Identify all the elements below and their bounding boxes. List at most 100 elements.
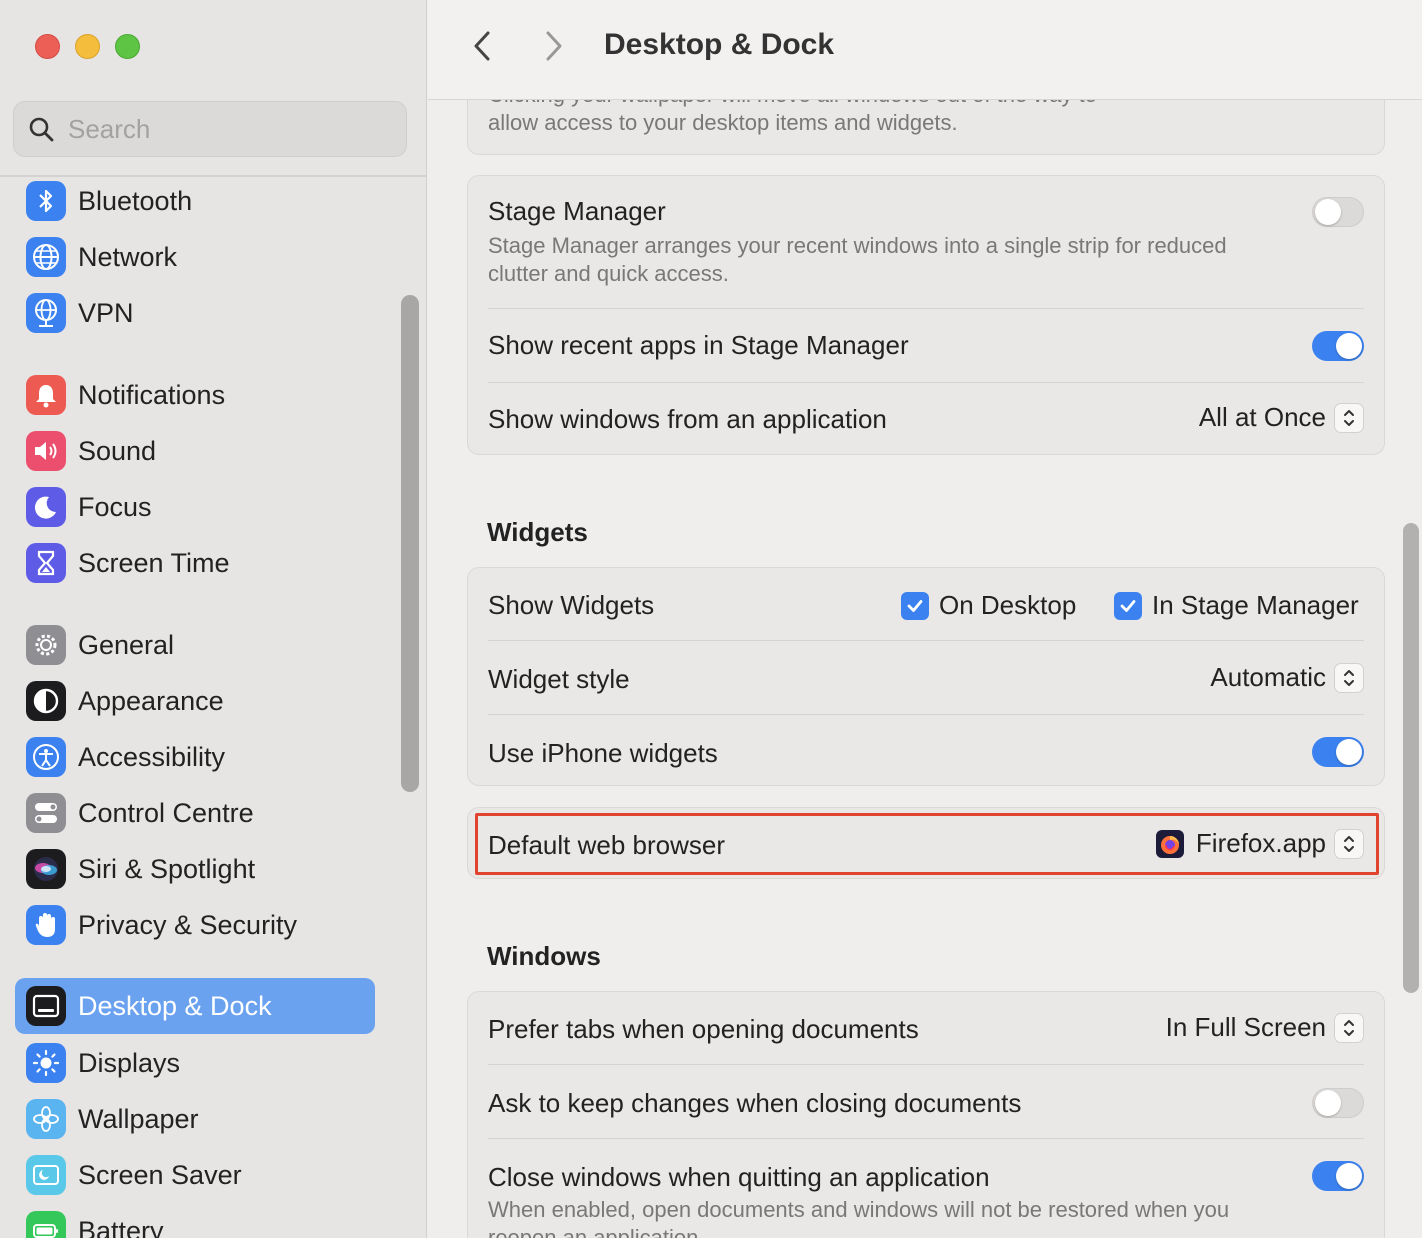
toggles-icon — [26, 793, 66, 833]
default-browser-card: Default web browser Firefox.app — [467, 807, 1385, 879]
main-content: Desktop & Dock Clicking your wallpaper w… — [428, 0, 1422, 1238]
sidebar-item-desktop-dock[interactable]: Desktop & Dock — [15, 978, 375, 1034]
sidebar-item-control-centre[interactable]: Control Centre — [15, 785, 375, 841]
sidebar-item-screen-time[interactable]: Screen Time — [15, 535, 375, 591]
sidebar-item-label: Notifications — [78, 379, 226, 410]
sidebar-item-label: Sound — [78, 435, 157, 466]
sidebar-item-label: Displays — [78, 1047, 181, 1078]
ask-keep-changes-label: Ask to keep changes when closing documen… — [488, 1088, 1022, 1118]
close-windows-desc-line1: When enabled, open documents and windows… — [488, 1197, 1230, 1222]
sidebar-item-focus[interactable]: Focus — [15, 479, 375, 535]
globe-icon — [26, 237, 66, 277]
sidebar-item-general[interactable]: General — [15, 617, 375, 673]
widget-style-value: Automatic — [1210, 662, 1326, 692]
close-windows-desc-line2: reopen an application. — [488, 1225, 705, 1238]
updown-chevron-icon — [1334, 1012, 1364, 1043]
forward-button[interactable] — [536, 28, 572, 64]
iphone-widgets-label: Use iPhone widgets — [488, 738, 718, 768]
sidebar-scrollbar[interactable] — [401, 295, 419, 792]
sidebar-item-label: Wallpaper — [78, 1103, 199, 1134]
sidebar-item-screen-saver[interactable]: Screen Saver — [15, 1147, 375, 1203]
hourglass-icon — [26, 543, 66, 583]
sidebar-item-label: Screen Saver — [78, 1159, 242, 1190]
stage-manager-toggle[interactable] — [1312, 197, 1364, 227]
widgets-card: Show Widgets On Desktop In Stage Manager… — [467, 567, 1385, 786]
sidebar-item-accessibility[interactable]: Accessibility — [15, 729, 375, 785]
sidebar-item-displays[interactable]: Displays — [15, 1035, 375, 1091]
divider — [488, 382, 1364, 383]
accessibility-icon — [26, 737, 66, 777]
sidebar-item-label: Screen Time — [78, 547, 230, 578]
sidebar-item-label: Desktop & Dock — [78, 990, 272, 1021]
sidebar-item-label: Accessibility — [78, 741, 226, 772]
main-scrollbar[interactable] — [1403, 523, 1419, 993]
sidebar-item-vpn[interactable]: VPN — [15, 285, 375, 341]
sidebar-item-label: VPN — [78, 297, 134, 328]
gear-icon — [26, 625, 66, 665]
show-recent-apps-toggle[interactable] — [1312, 331, 1364, 361]
divider — [488, 640, 1364, 641]
sidebar-item-privacy-security[interactable]: Privacy & Security — [15, 897, 375, 953]
sidebar-item-label: Control Centre — [78, 797, 254, 828]
dock-icon — [26, 986, 66, 1026]
on-desktop-checkbox[interactable]: On Desktop — [901, 590, 1076, 621]
close-windows-toggle[interactable] — [1312, 1161, 1364, 1191]
in-stage-manager-label: In Stage Manager — [1152, 590, 1359, 620]
stage-manager-card: Stage Manager Stage Manager arranges you… — [467, 175, 1385, 455]
appearance-icon — [26, 681, 66, 721]
sidebar-item-notifications[interactable]: Notifications — [15, 367, 375, 423]
divider — [488, 714, 1364, 715]
default-browser-select[interactable]: Firefox.app — [1155, 828, 1364, 859]
checkmark-icon — [901, 591, 929, 620]
close-windows-label: Close windows when quitting an applicati… — [488, 1162, 990, 1192]
checkmark-icon — [1114, 591, 1142, 620]
sidebar-item-siri-spotlight[interactable]: Siri & Spotlight — [15, 841, 375, 897]
widgets-section-title: Widgets — [487, 517, 588, 547]
sidebar-item-label: Network — [78, 241, 178, 272]
search-field[interactable] — [13, 101, 407, 157]
prefer-tabs-select[interactable]: In Full Screen — [1166, 1012, 1364, 1043]
prefer-tabs-value: In Full Screen — [1165, 1012, 1326, 1042]
speaker-icon — [26, 431, 66, 471]
updown-chevron-icon — [1334, 828, 1364, 859]
flower-icon — [26, 1099, 66, 1139]
page-title: Desktop & Dock — [604, 28, 835, 61]
on-desktop-label: On Desktop — [939, 590, 1077, 620]
chevron-right-icon — [546, 31, 562, 61]
sidebar-item-label: Privacy & Security — [78, 909, 298, 940]
show-windows-value: All at Once — [1198, 402, 1326, 432]
stage-manager-label: Stage Manager — [488, 196, 666, 226]
sidebar-item-network[interactable]: Network — [15, 229, 375, 285]
moon-icon — [26, 487, 66, 527]
divider — [488, 308, 1364, 309]
bell-icon — [26, 375, 66, 415]
battery-icon — [26, 1211, 66, 1238]
sidebar-item-label: Battery — [78, 1215, 164, 1238]
vpn-globe-icon — [26, 293, 66, 333]
widget-style-select[interactable]: Automatic — [1210, 662, 1364, 693]
iphone-widgets-toggle[interactable] — [1312, 737, 1364, 767]
default-browser-label: Default web browser — [488, 830, 725, 860]
back-button[interactable] — [464, 28, 500, 64]
sun-icon — [26, 1043, 66, 1083]
zoom-window-button[interactable] — [115, 34, 140, 59]
minimize-window-button[interactable] — [75, 34, 100, 59]
show-windows-select[interactable]: All at Once — [1199, 402, 1364, 433]
search-input[interactable] — [68, 113, 368, 145]
sidebar-item-wallpaper[interactable]: Wallpaper — [15, 1091, 375, 1147]
bluetooth-icon — [26, 181, 66, 221]
stage-manager-desc-line2: clutter and quick access. — [488, 261, 729, 286]
sidebar: Bluetooth Network VPN Notifications Soun… — [0, 0, 427, 1238]
sidebar-item-appearance[interactable]: Appearance — [15, 673, 375, 729]
sidebar-item-battery[interactable]: Battery — [15, 1203, 375, 1238]
close-window-button[interactable] — [35, 34, 60, 59]
in-stage-manager-checkbox[interactable]: In Stage Manager — [1114, 590, 1359, 621]
sidebar-item-bluetooth[interactable]: Bluetooth — [15, 173, 375, 229]
chevron-left-icon — [474, 31, 490, 61]
sidebar-item-sound[interactable]: Sound — [15, 423, 375, 479]
prefer-tabs-label: Prefer tabs when opening documents — [488, 1014, 919, 1044]
ask-keep-changes-toggle[interactable] — [1312, 1088, 1364, 1118]
sidebar-item-label: Focus — [78, 491, 152, 522]
widget-style-label: Widget style — [488, 664, 630, 694]
sidebar-item-label: Bluetooth — [78, 185, 193, 216]
